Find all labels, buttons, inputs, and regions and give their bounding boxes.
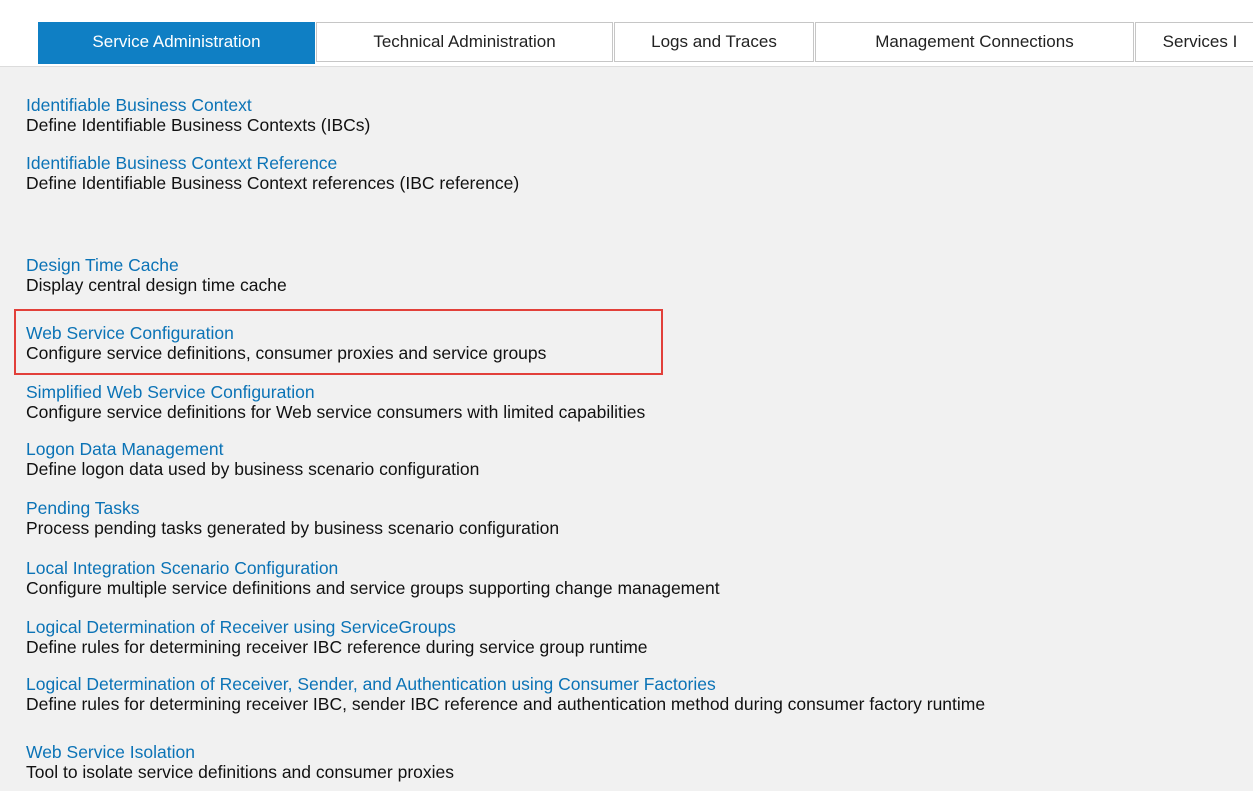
link-identifiable-business-context-reference[interactable]: Identifiable Business Context Reference — [26, 153, 519, 173]
item-description: Configure multiple service definitions a… — [26, 578, 720, 598]
tab-logs-and-traces[interactable]: Logs and Traces — [614, 22, 814, 62]
tab-bar: Service Administration Technical Adminis… — [0, 0, 1253, 72]
link-local-integration-scenario-configuration[interactable]: Local Integration Scenario Configuration — [26, 558, 720, 578]
item-description: Define rules for determining receiver IB… — [26, 637, 648, 657]
service-administration-panel: Identifiable Business Context Define Ide… — [0, 66, 1253, 791]
tab-technical-administration[interactable]: Technical Administration — [316, 22, 613, 62]
list-item-identifiable-business-context: Identifiable Business Context Define Ide… — [26, 95, 370, 135]
link-logical-determination-servicegroups[interactable]: Logical Determination of Receiver using … — [26, 617, 648, 637]
item-description: Tool to isolate service definitions and … — [26, 762, 454, 782]
item-description: Define logon data used by business scena… — [26, 459, 480, 479]
tab-services[interactable]: Services I — [1135, 22, 1253, 62]
list-item-pending-tasks: Pending Tasks Process pending tasks gene… — [26, 498, 559, 538]
item-description: Configure service definitions, consumer … — [26, 343, 547, 363]
item-description: Define Identifiable Business Contexts (I… — [26, 115, 371, 135]
item-description: Process pending tasks generated by busin… — [26, 518, 560, 538]
link-design-time-cache[interactable]: Design Time Cache — [26, 255, 287, 275]
link-pending-tasks[interactable]: Pending Tasks — [26, 498, 559, 518]
list-item-logon-data-management: Logon Data Management Define logon data … — [26, 439, 479, 479]
item-description: Define Identifiable Business Context ref… — [26, 173, 520, 193]
link-simplified-web-service-configuration[interactable]: Simplified Web Service Configuration — [26, 382, 645, 402]
link-logical-determination-consumer-factories[interactable]: Logical Determination of Receiver, Sende… — [26, 674, 985, 694]
item-description: Define rules for determining receiver IB… — [26, 694, 986, 714]
link-identifiable-business-context[interactable]: Identifiable Business Context — [26, 95, 370, 115]
link-web-service-configuration[interactable]: Web Service Configuration — [26, 323, 546, 343]
item-description: Display central design time cache — [26, 275, 287, 295]
list-item-simplified-web-service-configuration: Simplified Web Service Configuration Con… — [26, 382, 645, 422]
tab-management-connections[interactable]: Management Connections — [815, 22, 1134, 62]
list-item-local-integration-scenario-configuration: Local Integration Scenario Configuration… — [26, 558, 720, 598]
link-logon-data-management[interactable]: Logon Data Management — [26, 439, 479, 459]
list-item-web-service-isolation: Web Service Isolation Tool to isolate se… — [26, 742, 454, 782]
list-item-web-service-configuration: Web Service Configuration Configure serv… — [26, 323, 546, 363]
item-description: Configure service definitions for Web se… — [26, 402, 646, 422]
tab-service-administration[interactable]: Service Administration — [38, 22, 315, 64]
list-item-identifiable-business-context-reference: Identifiable Business Context Reference … — [26, 153, 519, 193]
list-item-logical-determination-servicegroups: Logical Determination of Receiver using … — [26, 617, 648, 657]
list-item-design-time-cache: Design Time Cache Display central design… — [26, 255, 287, 295]
list-item-logical-determination-consumer-factories: Logical Determination of Receiver, Sende… — [26, 674, 985, 714]
link-web-service-isolation[interactable]: Web Service Isolation — [26, 742, 454, 762]
